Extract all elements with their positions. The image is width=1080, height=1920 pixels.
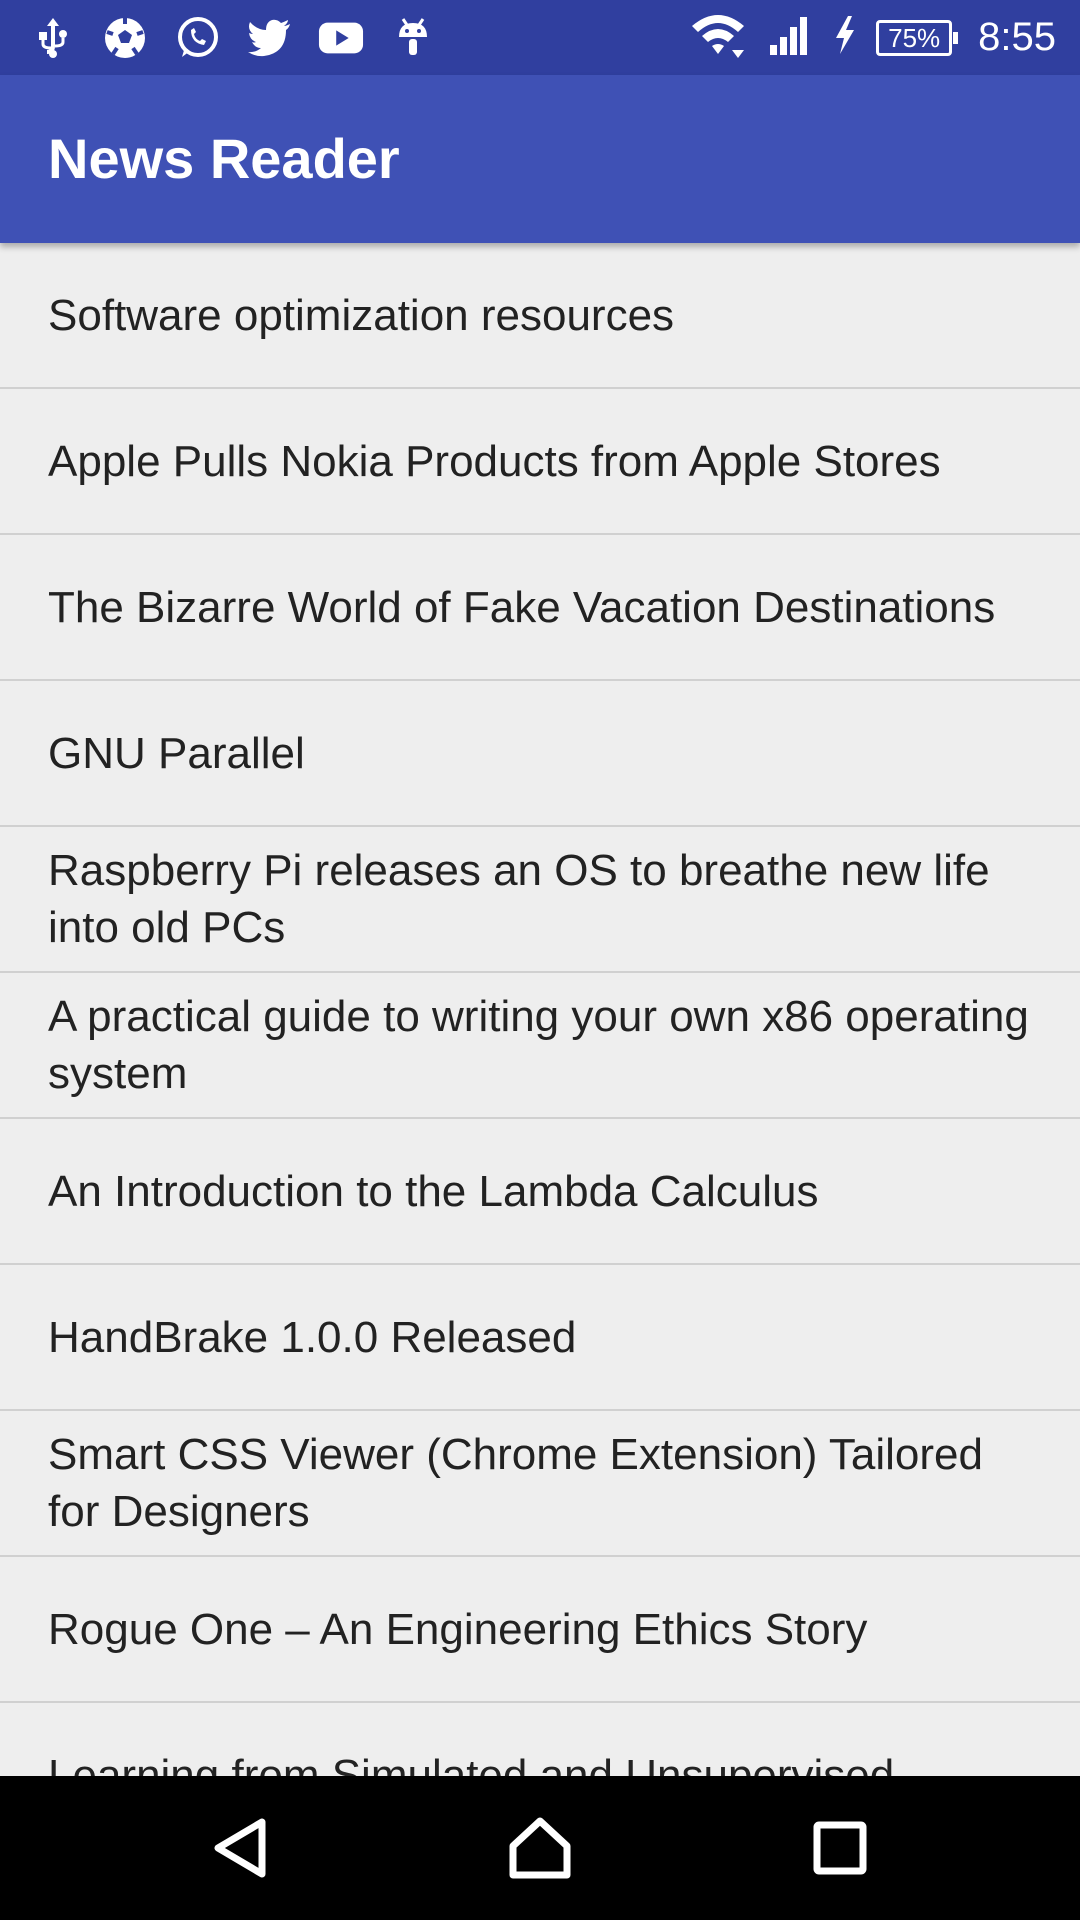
back-button[interactable] bbox=[170, 1776, 310, 1920]
news-item[interactable]: GNU Parallel bbox=[0, 681, 1080, 827]
charging-icon bbox=[832, 14, 858, 61]
news-item-title: An Introduction to the Lambda Calculus bbox=[48, 1166, 819, 1216]
news-item[interactable]: A practical guide to writing your own x8… bbox=[0, 973, 1080, 1119]
news-item-title: Raspberry Pi releases an OS to breathe n… bbox=[48, 846, 990, 952]
recents-button[interactable] bbox=[770, 1776, 910, 1920]
cell-signal-icon bbox=[766, 13, 814, 62]
news-item-title: GNU Parallel bbox=[48, 728, 305, 778]
youtube-icon bbox=[318, 15, 364, 61]
news-item-title: The Bizarre World of Fake Vacation Desti… bbox=[48, 582, 996, 632]
news-item-title: Apple Pulls Nokia Products from Apple St… bbox=[48, 436, 941, 486]
news-item-title: Learning from Simulated and Unsupervised bbox=[48, 1750, 895, 1777]
news-item[interactable]: Software optimization resources bbox=[0, 243, 1080, 389]
navigation-bar bbox=[0, 1776, 1080, 1920]
status-clock: 8:55 bbox=[978, 15, 1056, 59]
whatsapp-icon bbox=[174, 15, 220, 61]
news-list[interactable]: Software optimization resources Apple Pu… bbox=[0, 243, 1080, 1776]
system-status-icons: 75% 8:55 bbox=[688, 0, 1056, 75]
news-item[interactable]: The Bizarre World of Fake Vacation Desti… bbox=[0, 535, 1080, 681]
home-button[interactable] bbox=[470, 1776, 610, 1920]
screen: 75% 8:55 News Reader Software optimizati… bbox=[0, 0, 1080, 1920]
home-icon bbox=[509, 1817, 571, 1879]
battery-percent: 75% bbox=[888, 22, 941, 53]
app-title: News Reader bbox=[48, 127, 400, 190]
back-icon bbox=[214, 1818, 266, 1878]
news-item-title: Rogue One – An Engineering Ethics Story bbox=[48, 1604, 868, 1654]
news-item[interactable]: Learning from Simulated and Unsupervised bbox=[0, 1703, 1080, 1777]
news-item[interactable]: Raspberry Pi releases an OS to breathe n… bbox=[0, 827, 1080, 973]
news-item-title: Software optimization resources bbox=[48, 290, 675, 340]
news-item[interactable]: An Introduction to the Lambda Calculus bbox=[0, 1119, 1080, 1265]
news-item[interactable]: Rogue One – An Engineering Ethics Story bbox=[0, 1557, 1080, 1703]
wifi-icon bbox=[688, 10, 748, 65]
soccer-ball-icon bbox=[102, 15, 148, 61]
news-item-title: HandBrake 1.0.0 Released bbox=[48, 1312, 577, 1362]
battery-icon: 75% bbox=[876, 19, 959, 56]
news-item-title: A practical guide to writing your own x8… bbox=[48, 992, 1029, 1098]
app-bar: News Reader bbox=[0, 75, 1080, 243]
news-item[interactable]: Smart CSS Viewer (Chrome Extension) Tail… bbox=[0, 1411, 1080, 1557]
usb-icon bbox=[30, 15, 76, 61]
recents-icon bbox=[813, 1821, 867, 1875]
news-item-title: Smart CSS Viewer (Chrome Extension) Tail… bbox=[48, 1430, 983, 1536]
twitter-icon bbox=[246, 15, 292, 61]
news-item[interactable]: Apple Pulls Nokia Products from Apple St… bbox=[0, 389, 1080, 535]
status-bar: 75% 8:55 bbox=[0, 0, 1080, 75]
android-debug-icon bbox=[390, 15, 436, 61]
notification-icons bbox=[30, 0, 436, 75]
news-item[interactable]: HandBrake 1.0.0 Released bbox=[0, 1265, 1080, 1411]
